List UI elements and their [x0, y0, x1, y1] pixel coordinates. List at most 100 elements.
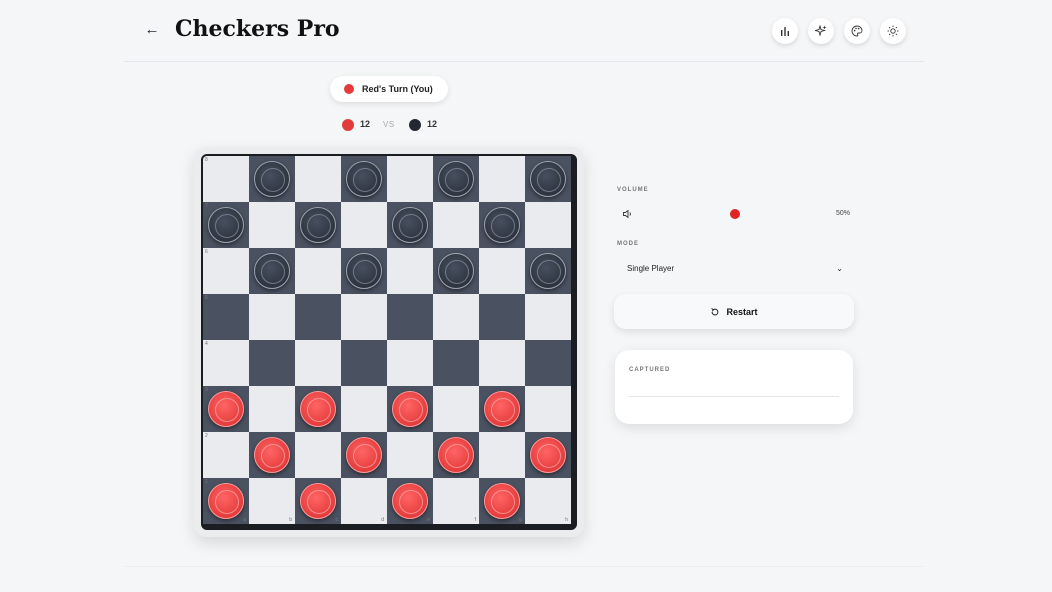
board-square-g2[interactable]	[479, 432, 525, 478]
theme-button[interactable]	[844, 18, 870, 44]
board-square-f4[interactable]	[433, 340, 479, 386]
board-square-f2[interactable]	[433, 432, 479, 478]
black-piece[interactable]	[392, 207, 428, 243]
board-square-a5[interactable]: 5	[203, 294, 249, 340]
board-square-f5[interactable]	[433, 294, 479, 340]
board-square-b8[interactable]	[249, 156, 295, 202]
black-piece[interactable]	[438, 253, 474, 289]
board-square-c8[interactable]	[295, 156, 341, 202]
board-square-b7[interactable]	[249, 202, 295, 248]
black-piece[interactable]	[530, 253, 566, 289]
black-piece[interactable]	[300, 207, 336, 243]
board-square-b2[interactable]	[249, 432, 295, 478]
board-square-b4[interactable]	[249, 340, 295, 386]
volume-slider-thumb[interactable]	[730, 209, 740, 219]
red-piece[interactable]	[392, 391, 428, 427]
black-piece[interactable]	[484, 207, 520, 243]
mode-select[interactable]: Single Player ⌄	[615, 256, 855, 280]
red-piece[interactable]	[438, 437, 474, 473]
board-square-b3[interactable]	[249, 386, 295, 432]
board-square-a2[interactable]: 2	[203, 432, 249, 478]
board-square-a7[interactable]: 7	[203, 202, 249, 248]
board-square-h5[interactable]	[525, 294, 571, 340]
board-square-e6[interactable]	[387, 248, 433, 294]
board-square-d5[interactable]	[341, 294, 387, 340]
board-square-f8[interactable]	[433, 156, 479, 202]
board-square-h2[interactable]	[525, 432, 571, 478]
board-square-d8[interactable]	[341, 156, 387, 202]
board-square-c3[interactable]	[295, 386, 341, 432]
red-piece[interactable]	[484, 391, 520, 427]
red-piece[interactable]	[300, 483, 336, 519]
board-square-c7[interactable]	[295, 202, 341, 248]
red-piece[interactable]	[392, 483, 428, 519]
board-square-f1[interactable]: f	[433, 478, 479, 524]
board-square-d4[interactable]	[341, 340, 387, 386]
board-square-h7[interactable]	[525, 202, 571, 248]
black-piece[interactable]	[438, 161, 474, 197]
board-square-g3[interactable]	[479, 386, 525, 432]
board-square-e7[interactable]	[387, 202, 433, 248]
board-square-a6[interactable]: 6	[203, 248, 249, 294]
board-square-c1[interactable]: c	[295, 478, 341, 524]
board-square-a3[interactable]: 3	[203, 386, 249, 432]
board-square-h3[interactable]	[525, 386, 571, 432]
board-square-e4[interactable]	[387, 340, 433, 386]
board-square-d6[interactable]	[341, 248, 387, 294]
board-square-b5[interactable]	[249, 294, 295, 340]
effects-button[interactable]	[808, 18, 834, 44]
board-square-a4[interactable]: 4	[203, 340, 249, 386]
black-piece[interactable]	[346, 161, 382, 197]
black-piece[interactable]	[254, 253, 290, 289]
board-square-e2[interactable]	[387, 432, 433, 478]
board-square-c2[interactable]	[295, 432, 341, 478]
board-square-d2[interactable]	[341, 432, 387, 478]
board-square-h6[interactable]	[525, 248, 571, 294]
speaker-icon[interactable]	[622, 208, 634, 220]
red-piece[interactable]	[484, 483, 520, 519]
board-square-a8[interactable]: 8	[203, 156, 249, 202]
red-piece[interactable]	[208, 483, 244, 519]
red-piece[interactable]	[346, 437, 382, 473]
black-piece[interactable]	[208, 207, 244, 243]
black-piece[interactable]	[530, 161, 566, 197]
board-square-e5[interactable]	[387, 294, 433, 340]
board-square-f6[interactable]	[433, 248, 479, 294]
restart-button[interactable]: Restart	[614, 294, 854, 329]
board-square-e3[interactable]	[387, 386, 433, 432]
stats-button[interactable]	[772, 18, 798, 44]
red-piece[interactable]	[208, 391, 244, 427]
board-square-a1[interactable]: 1a	[203, 478, 249, 524]
board-square-f3[interactable]	[433, 386, 479, 432]
board-square-g7[interactable]	[479, 202, 525, 248]
light-mode-button[interactable]	[880, 18, 906, 44]
board-square-d1[interactable]: d	[341, 478, 387, 524]
board-square-g5[interactable]	[479, 294, 525, 340]
red-piece[interactable]	[530, 437, 566, 473]
volume-slider[interactable]	[645, 209, 825, 219]
board-square-g8[interactable]	[479, 156, 525, 202]
board-square-h1[interactable]: h	[525, 478, 571, 524]
board-square-g6[interactable]	[479, 248, 525, 294]
board-square-d3[interactable]	[341, 386, 387, 432]
board-square-g4[interactable]	[479, 340, 525, 386]
black-piece[interactable]	[254, 161, 290, 197]
board-square-b1[interactable]: b	[249, 478, 295, 524]
board-square-e8[interactable]	[387, 156, 433, 202]
black-piece[interactable]	[346, 253, 382, 289]
board-square-h8[interactable]	[525, 156, 571, 202]
board-square-b6[interactable]	[249, 248, 295, 294]
piece-ring	[445, 260, 469, 284]
back-button[interactable]: ←	[142, 20, 162, 40]
red-piece[interactable]	[254, 437, 290, 473]
board-square-d7[interactable]	[341, 202, 387, 248]
board-square-c6[interactable]	[295, 248, 341, 294]
board-square-f7[interactable]	[433, 202, 479, 248]
checkers-board[interactable]: 87654321abcdefgh	[201, 154, 577, 530]
board-square-e1[interactable]: e	[387, 478, 433, 524]
board-square-c4[interactable]	[295, 340, 341, 386]
red-piece[interactable]	[300, 391, 336, 427]
board-square-h4[interactable]	[525, 340, 571, 386]
board-square-c5[interactable]	[295, 294, 341, 340]
board-square-g1[interactable]: g	[479, 478, 525, 524]
